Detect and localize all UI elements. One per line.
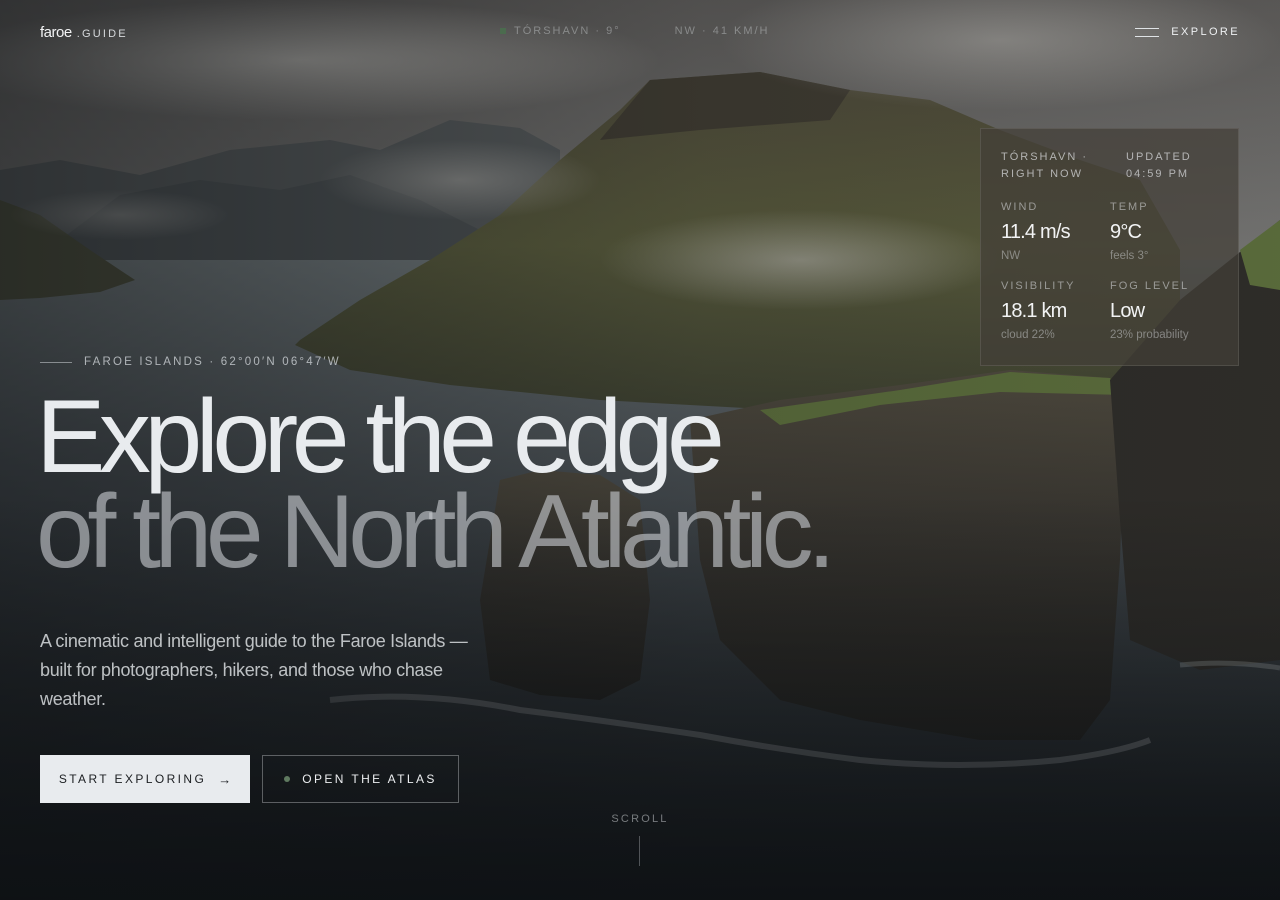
- stat-value: 11.4 m/s: [1001, 221, 1071, 243]
- menu-icon: [1135, 26, 1160, 38]
- location-line: RIGHT NOW: [1001, 168, 1083, 180]
- stat-value: 18.1 km: [1001, 300, 1067, 322]
- stat-value: 9°C: [1110, 221, 1142, 243]
- stat-label: VISIBILITY: [1001, 280, 1076, 292]
- stat-value: Low: [1110, 300, 1145, 322]
- stat-label: TEMP: [1110, 201, 1149, 213]
- headline-line-1: Explore the edge: [36, 379, 725, 495]
- explore-menu-button[interactable]: EXPLORE: [1135, 26, 1240, 38]
- start-exploring-button[interactable]: START EXPLORING →: [40, 755, 250, 803]
- hero-headline: Explore the edge of the North Atlantic.: [36, 379, 836, 590]
- start-exploring-label: START EXPLORING: [58, 772, 207, 786]
- top-nav: faroe .GUIDE TÓRSHAVN · 9° NW · 41 KM/H …: [40, 22, 1240, 42]
- location-line: TÓRSHAVN ·: [1001, 151, 1089, 163]
- weather-panel: TÓRSHAVN · RIGHT NOW UPDATED 04:59 PM WI…: [980, 128, 1239, 366]
- stat-sub: feels 3°: [1110, 250, 1149, 262]
- brand-name: faroe: [40, 23, 72, 41]
- stat-sub: cloud 22%: [1001, 329, 1055, 341]
- stat-sub: NW: [1001, 250, 1021, 262]
- stat-label: WIND: [1001, 201, 1039, 213]
- status-dot-icon: [284, 776, 291, 782]
- ticker-location: TÓRSHAVN · 9°: [514, 25, 621, 37]
- brand-logo[interactable]: faroe .GUIDE: [40, 24, 128, 41]
- status-dot-icon: [500, 28, 506, 34]
- arrow-right-icon: →: [218, 771, 232, 787]
- scroll-line: [639, 836, 640, 866]
- weather-ticker: TÓRSHAVN · 9° NW · 41 KM/H: [500, 25, 770, 37]
- updated-time: 04:59 PM: [1126, 168, 1190, 180]
- stat-visibility: VISIBILITY 18.1 km cloud 22%: [1001, 280, 1110, 341]
- weather-panel-location: TÓRSHAVN · RIGHT NOW: [1001, 149, 1101, 183]
- menu-label: EXPLORE: [1171, 26, 1240, 38]
- updated-label: UPDATED: [1126, 151, 1192, 163]
- headline-line-2: of the North Atlantic.: [36, 474, 836, 590]
- stat-temp: TEMP 9°C feels 3°: [1110, 201, 1219, 262]
- stat-sub: 23% probability: [1110, 329, 1189, 341]
- open-atlas-label: OPEN THE ATLAS: [302, 772, 437, 786]
- eyebrow-text: FAROE ISLANDS · 62°00′N 06°47′W: [84, 356, 341, 368]
- hero-eyebrow: FAROE ISLANDS · 62°00′N 06°47′W: [40, 356, 341, 368]
- open-atlas-button[interactable]: OPEN THE ATLAS: [262, 755, 459, 803]
- eyebrow-rule: [40, 361, 72, 363]
- scroll-indicator[interactable]: SCROLL: [600, 813, 680, 825]
- hero-lede: A cinematic and intelligent guide to the…: [40, 631, 468, 709]
- brand-suffix: .GUIDE: [76, 27, 128, 40]
- stat-fog-level: FOG LEVEL Low 23% probability: [1110, 280, 1219, 341]
- ticker-wind: NW · 41 KM/H: [674, 25, 770, 37]
- stat-wind: WIND 11.4 m/s NW: [1001, 201, 1110, 262]
- stat-label: FOG LEVEL: [1110, 280, 1190, 292]
- weather-panel-updated: UPDATED 04:59 PM: [1126, 149, 1218, 183]
